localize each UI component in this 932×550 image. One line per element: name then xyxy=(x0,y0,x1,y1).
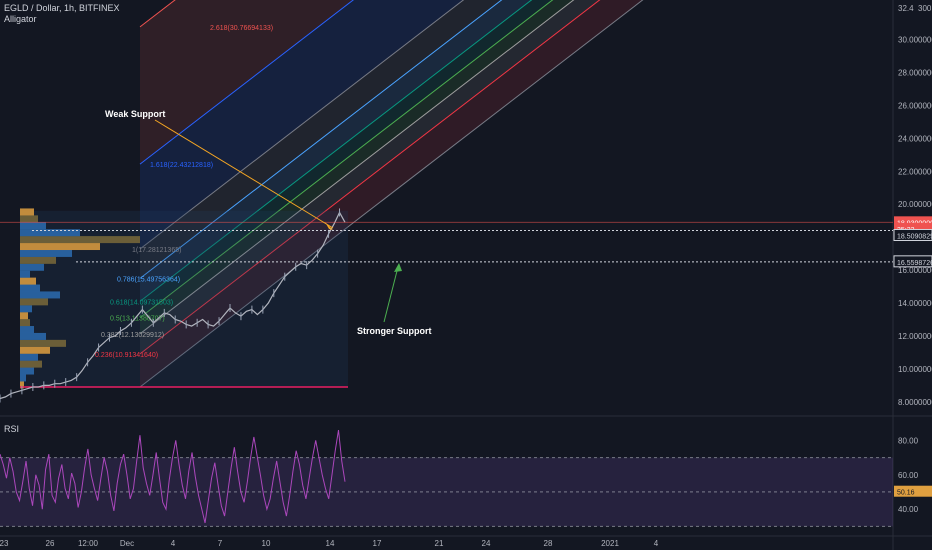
price-axis-tick: 28.0000000 xyxy=(898,68,932,77)
volume-profile-bar xyxy=(20,284,40,292)
price-axis-tick: 12.0000000 xyxy=(898,332,932,341)
volume-profile-bar xyxy=(20,243,100,251)
fib-level-label: 0.236(10.91341640) xyxy=(95,352,158,359)
time-axis-tick: 17 xyxy=(373,539,382,548)
volume-profile-bar xyxy=(20,346,50,354)
rsi-axis-tick: 80.00 xyxy=(898,436,919,445)
volume-profile-bar xyxy=(20,312,28,320)
volume-profile-bar xyxy=(20,319,30,327)
price-axis-tick: 16.0000000 xyxy=(898,266,932,275)
time-axis-tick: 28 xyxy=(544,539,553,548)
annotation-stronger-support: Stronger Support xyxy=(357,326,432,336)
volume-profile-bar xyxy=(20,249,72,257)
price-badge-text: 16.55987268 xyxy=(897,260,932,267)
price-axis-tick: 14.0000000 xyxy=(898,299,932,308)
volume-profile-bar xyxy=(20,277,36,285)
stronger-support-arrow xyxy=(383,266,399,323)
price-axis-tick: 8.00000000 xyxy=(898,398,932,407)
time-axis-tick: 10 xyxy=(262,539,271,548)
volume-profile-bar xyxy=(20,263,44,271)
volume-profile-bar xyxy=(20,326,34,334)
price-axis-tick: 20.0000000 xyxy=(898,200,932,209)
volume-profile-bar xyxy=(20,270,30,278)
time-axis-tick: 21 xyxy=(435,539,444,548)
time-axis-tick: 4 xyxy=(171,539,176,548)
volume-profile-bar xyxy=(20,215,38,223)
volume-profile-bar xyxy=(20,256,56,264)
fib-level-label: 1.618(22.43212818) xyxy=(150,162,213,169)
time-axis-tick: 12:00 xyxy=(78,539,99,548)
price-badge-text: 18.50908295 xyxy=(897,233,932,240)
time-axis-tick: 26 xyxy=(46,539,55,548)
volume-profile-bar xyxy=(20,353,38,361)
volume-profile-bar xyxy=(20,291,60,299)
time-axis-tick: 24 xyxy=(482,539,491,548)
time-axis-tick: 14 xyxy=(326,539,335,548)
time-axis-tick: 23 xyxy=(0,539,9,548)
volume-profile-bar xyxy=(20,298,48,306)
volume-profile-bar xyxy=(20,222,46,230)
price-axis-tick: 22.0000000 xyxy=(898,167,932,176)
fib-level-label: 0.786(15.49756364) xyxy=(117,276,180,283)
time-axis-tick: Dec xyxy=(120,539,134,548)
fib-level-label: 0.618(14.09731503) xyxy=(110,299,173,306)
volume-profile-bar xyxy=(20,339,66,347)
price-axis-tick: 30.0000000 xyxy=(898,36,932,45)
volume-profile-bar xyxy=(20,236,140,244)
fib-level-label: 1(17.28121365) xyxy=(132,247,181,254)
time-axis-tick: 7 xyxy=(218,539,223,548)
volume-profile-bar xyxy=(20,332,46,340)
stronger-support-arrowhead xyxy=(394,263,402,272)
rsi-axis-tick: 40.00 xyxy=(898,505,919,514)
time-axis-tick: 2021 xyxy=(601,539,619,548)
price-axis-tick: 24.0000000 xyxy=(898,134,932,143)
volume-profile-bar xyxy=(20,305,32,313)
volume-profile-bar xyxy=(20,374,26,382)
rsi-axis-tick: 60.00 xyxy=(898,471,919,480)
annotation-weak-support: Weak Support xyxy=(105,109,165,119)
price-chart[interactable]: 2.618(30.76694133) 1.618(22.43212818) 1(17… xyxy=(0,0,932,550)
fib-level-label: 2.618(30.76694133) xyxy=(210,25,273,32)
volume-profile-bar xyxy=(20,367,34,375)
time-axis-tick: 4 xyxy=(654,539,659,548)
volume-profile-bar xyxy=(20,360,42,368)
rsi-current-value: 50.16 xyxy=(897,490,915,497)
price-axis-top-tick: 32.4 xyxy=(898,4,914,13)
volume-profile-bar xyxy=(20,208,34,216)
price-axis-top-right: 300 xyxy=(918,4,932,13)
price-axis-tick: 26.0000000 xyxy=(898,101,932,110)
price-axis-tick: 10.0000000 xyxy=(898,365,932,374)
